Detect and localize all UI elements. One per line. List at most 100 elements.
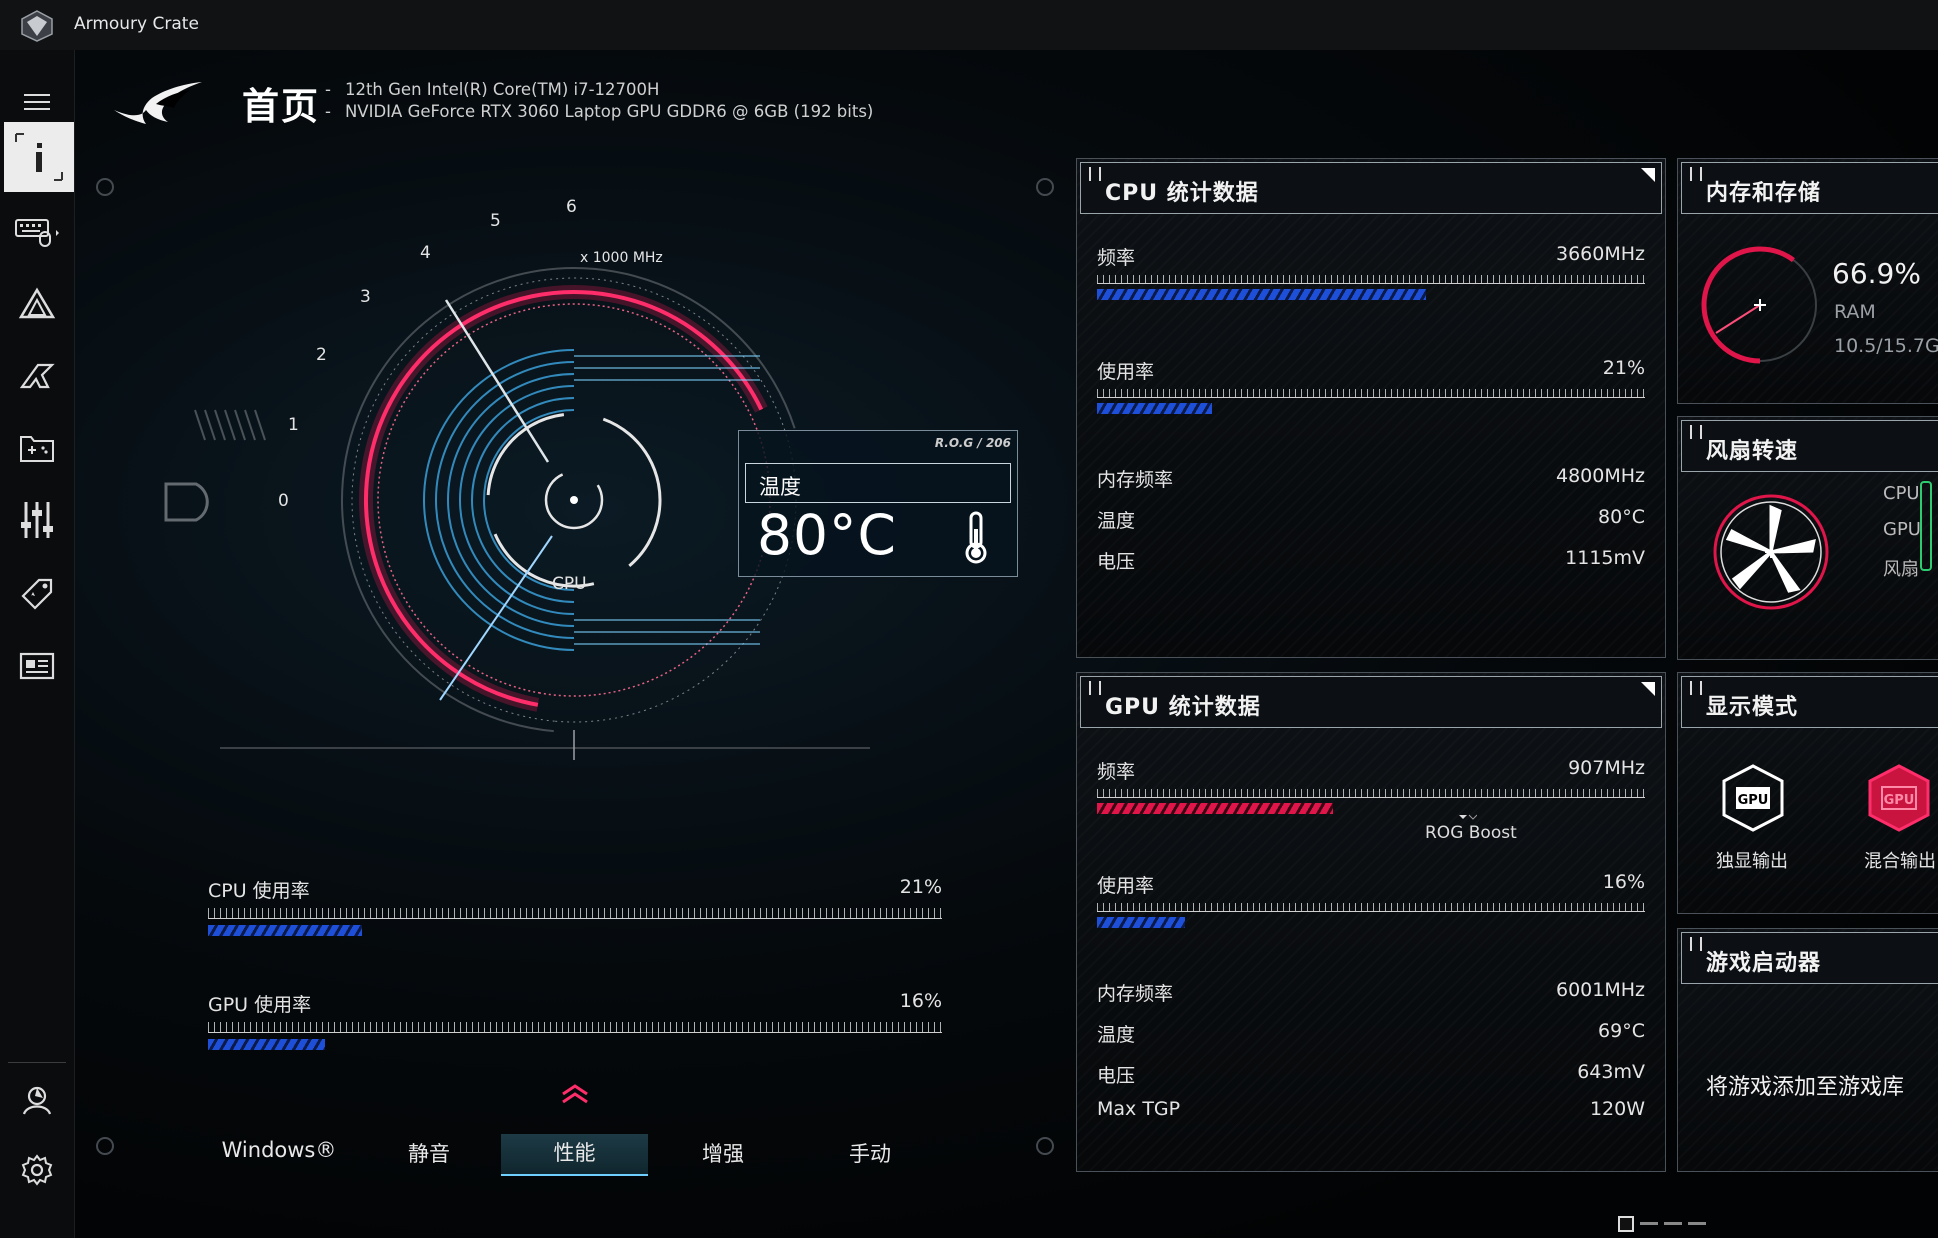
fan-level-indicator: [1920, 481, 1932, 571]
fan-cpu-label: CPU: [1883, 483, 1920, 504]
fan-header: 风扇转速: [1681, 420, 1938, 472]
fan-gpu-label: GPU: [1883, 519, 1921, 540]
sidebar-item-game-library[interactable]: [0, 416, 74, 480]
gpu-tgp-value: 120W: [1589, 1098, 1645, 1120]
ram-detail: 10.5/15.7GB: [1834, 335, 1938, 357]
thermometer-icon: [965, 511, 987, 564]
cpu-volt-row: 电压 1115mV: [1097, 547, 1645, 573]
cpu-usage-row: 使用率 21%: [1097, 357, 1645, 427]
memory-header: 内存和存储: [1681, 162, 1938, 214]
gpu-usage-fill: [208, 1039, 325, 1050]
sidebar-item-home[interactable]: [4, 122, 74, 192]
gpu-freq-fill: [1097, 803, 1333, 814]
cpu-volt-value: 1115mV: [1565, 547, 1645, 569]
mode-up-chevron-icon[interactable]: [560, 1082, 590, 1106]
gauge-tick-label: 0: [278, 491, 289, 511]
gpu-usage-row-value: 16%: [1602, 871, 1645, 893]
mode-silent[interactable]: 静音: [364, 1138, 494, 1168]
gpu-usage-value: 16%: [899, 990, 942, 1012]
display-title: 显示模式: [1706, 695, 1799, 720]
mode-manual[interactable]: 手动: [805, 1138, 935, 1168]
launcher-header: 游戏启动器: [1681, 932, 1938, 984]
gauge-tick-label: 3: [360, 287, 371, 307]
gauge-tick-label: 5: [490, 211, 501, 231]
gpu-spec: - NVIDIA GeForce RTX 3060 Laptop GPU GDDR…: [325, 102, 874, 121]
fan-label: 风扇: [1883, 559, 1919, 580]
gpu-stats-panel: GPU 统计数据 频率 907MHz ROG Boost 使用率 16% 内存频…: [1076, 672, 1666, 1172]
temperature-value: 80°C: [757, 503, 897, 567]
gpu-freq-label: 频率: [1097, 761, 1136, 783]
hamburger-icon: [24, 94, 50, 110]
ram-percent: 66.9%: [1832, 257, 1921, 290]
sidebar-item-news[interactable]: [0, 634, 74, 698]
sidebar: [0, 50, 75, 1238]
gpu-mem-freq-value: 6001MHz: [1555, 979, 1645, 1001]
cpu-spec: -12th Gen Intel(R) Core(TM) i7-12700H: [325, 80, 660, 99]
cpu-volt-label: 电压: [1097, 551, 1136, 573]
hybrid-output-label: 混合输出: [1864, 851, 1936, 872]
sidebar-item-user[interactable]: [0, 1068, 74, 1132]
corner-screw-icon: [96, 178, 114, 196]
cpu-usage-meter: CPU 使用率 21%: [208, 876, 942, 936]
memory-title: 内存和存储: [1706, 181, 1822, 206]
cpu-usage-value: 21%: [899, 876, 942, 898]
cpu-usage-fill: [208, 925, 362, 936]
aura-icon: [18, 287, 56, 319]
cpu-usage-label: CPU 使用率: [208, 880, 310, 902]
page-title: 首页: [242, 85, 320, 128]
cpu-temp-label: 温度: [1097, 510, 1136, 532]
game-launcher-panel[interactable]: 游戏启动器 将游戏添加至游戏库: [1677, 928, 1938, 1172]
cpu-freq-label: 频率: [1097, 247, 1136, 269]
sidebar-item-system-config[interactable]: [0, 488, 74, 552]
hamburger-menu-button[interactable]: [0, 84, 74, 120]
cpu-stats-header: CPU 统计数据: [1080, 162, 1662, 214]
cpu-freq-row: 频率 3660MHz: [1097, 243, 1645, 313]
rog-code-label: R.O.G / 206: [934, 436, 1011, 450]
sidebar-item-deals[interactable]: [0, 562, 74, 626]
mode-windows[interactable]: Windows®: [214, 1138, 344, 1162]
page-indicator-dot[interactable]: [1688, 1222, 1706, 1225]
gpu-freq-value: 907MHz: [1568, 757, 1645, 779]
fan-speed-panel[interactable]: 风扇转速 CPU GPU 风扇: [1677, 416, 1938, 660]
sidebar-item-aura[interactable]: [0, 272, 74, 336]
app-title: Armoury Crate: [74, 14, 199, 34]
svg-text:GPU: GPU: [1884, 793, 1915, 808]
ram-label: RAM: [1834, 301, 1876, 323]
hybrid-gpu-icon[interactable]: GPU: [1864, 763, 1934, 833]
panel-corner-icon: [1641, 682, 1655, 696]
gpu-temp-row: 温度 69°C: [1097, 1020, 1645, 1046]
gpu-stats-header: GPU 统计数据: [1080, 676, 1662, 728]
gpu-mem-freq-label: 内存频率: [1097, 983, 1174, 1005]
page-indicator-dot[interactable]: [1664, 1222, 1682, 1225]
corner-screw-icon: [1036, 178, 1054, 196]
sidebar-item-rog[interactable]: [0, 344, 74, 408]
temperature-card: R.O.G / 206 温度 80°C: [738, 430, 1018, 577]
cpu-stats-panel: CPU 统计数据 频率 3660MHz 使用率 21% 内存频率 4800MHz…: [1076, 158, 1666, 658]
add-game-message[interactable]: 将游戏添加至游戏库: [1706, 1069, 1904, 1101]
mode-performance[interactable]: 性能: [501, 1134, 648, 1176]
deals-tag-icon: [21, 578, 53, 610]
gauge-tick-label: 4: [420, 243, 431, 263]
info-icon: [15, 133, 63, 181]
gpu-tgp-label: Max TGP: [1097, 1098, 1181, 1120]
mode-turbo[interactable]: 增强: [658, 1138, 788, 1168]
gauge-center-label: CPU: [552, 574, 587, 594]
discrete-gpu-icon[interactable]: GPU: [1718, 763, 1788, 833]
gpu-volt-label: 电压: [1097, 1065, 1136, 1087]
sidebar-item-devices[interactable]: [0, 200, 74, 264]
display-mode-panel: 显示模式 GPU 独显输出 GPU 混合输出: [1677, 672, 1938, 914]
sliders-icon: [21, 502, 53, 538]
gpu-temp-value: 69°C: [1598, 1020, 1645, 1042]
fan-title: 风扇转速: [1706, 439, 1799, 464]
sidebar-item-settings[interactable]: [0, 1138, 74, 1202]
gpu-volt-value: 643mV: [1577, 1061, 1645, 1083]
display-header: 显示模式: [1681, 676, 1938, 728]
cpu-usage-row-value: 21%: [1602, 357, 1645, 379]
gpu-volt-row: 电压 643mV: [1097, 1061, 1645, 1087]
gpu-mem-freq-row: 内存频率 6001MHz: [1097, 979, 1645, 1005]
page-indicator-active[interactable]: [1618, 1216, 1634, 1232]
gauge-unit-label: x 1000 MHz: [580, 250, 663, 266]
page-indicator-dot[interactable]: [1640, 1222, 1658, 1225]
gpu-usage-meter: GPU 使用率 16%: [208, 990, 942, 1050]
memory-storage-panel[interactable]: 内存和存储 66.9% RAM 10.5/15.7GB: [1677, 158, 1938, 404]
